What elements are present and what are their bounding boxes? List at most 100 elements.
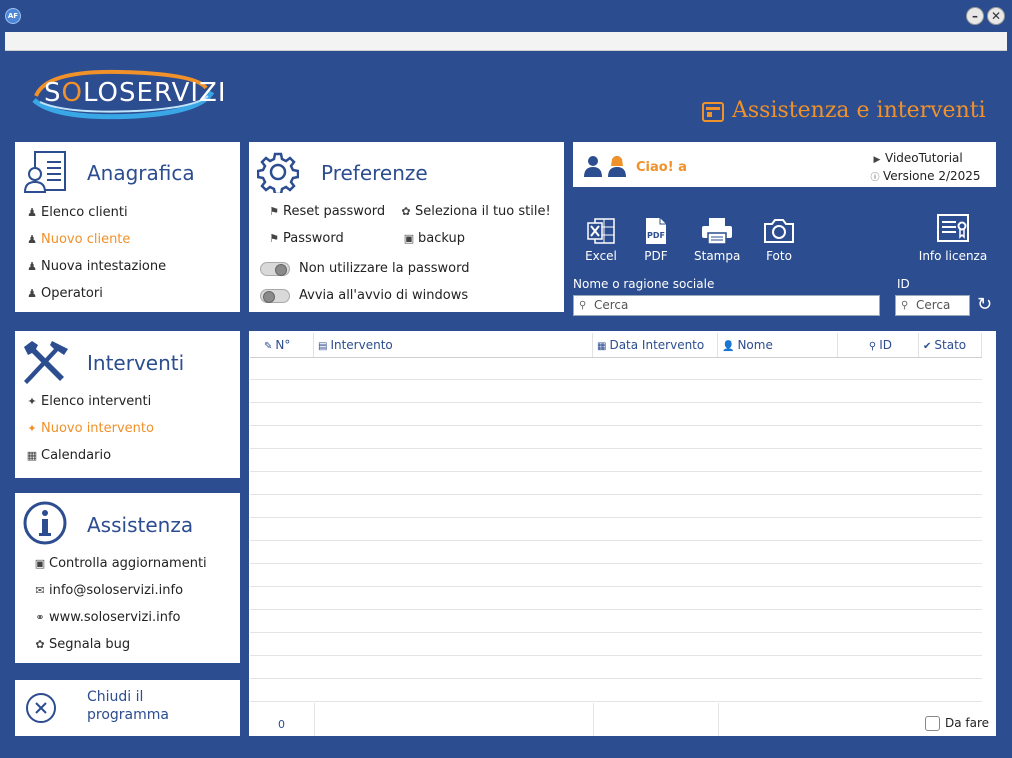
menu-nuovo-intervento[interactable]: ✦ Nuovo intervento xyxy=(25,421,154,436)
close-window-button[interactable]: ✕ xyxy=(987,7,1005,25)
autostart-toggle[interactable] xyxy=(260,289,290,303)
backup-link[interactable]: ▣ backup xyxy=(402,231,465,246)
lock-icon: ⚑ xyxy=(269,232,279,245)
menu-nuovo-cliente[interactable]: ♟ Nuovo cliente xyxy=(25,232,130,247)
pdf-button[interactable]: PDF PDF xyxy=(638,217,674,263)
table-row xyxy=(250,586,982,587)
video-tutorial-link[interactable]: ▶ VideoTutorial xyxy=(871,151,963,165)
table-row xyxy=(250,540,982,541)
da-fare-checkbox[interactable] xyxy=(925,716,940,731)
info-licenza-button[interactable]: Info licenza xyxy=(918,213,988,263)
assistenza-title: Assistenza xyxy=(87,513,194,537)
footer-divider xyxy=(718,703,719,736)
license-icon xyxy=(937,214,969,242)
title-bar xyxy=(0,0,1012,32)
chiudi-programma-button[interactable]: Chiudi il programma xyxy=(15,680,240,736)
foto-button[interactable]: Foto xyxy=(760,217,798,263)
reset-password-link[interactable]: ⚑ Reset password xyxy=(267,204,385,219)
table-row xyxy=(250,471,982,472)
refresh-icon[interactable]: ↻ xyxy=(977,294,992,315)
password-link[interactable]: ⚑ Password xyxy=(267,231,344,246)
window-icon xyxy=(702,102,724,122)
bug-icon: ✿ xyxy=(35,638,45,651)
autostart-label: Avvia all'avvio di windows xyxy=(299,288,469,303)
row-count: 0 xyxy=(278,718,285,731)
no-password-toggle[interactable] xyxy=(260,262,290,276)
table-row xyxy=(250,655,982,656)
column-header-stato[interactable]: ✔ Stato xyxy=(919,333,982,357)
stampa-button[interactable]: Stampa xyxy=(694,217,740,263)
menu-elenco-interventi[interactable]: ✦ Elenco interventi xyxy=(25,394,151,409)
minimize-button[interactable]: – xyxy=(966,7,984,25)
chiudi-line2: programma xyxy=(87,707,169,723)
controlla-aggiornamenti-link[interactable]: ▣ Controlla aggiornamenti xyxy=(33,556,207,571)
excel-icon xyxy=(587,218,615,244)
chiudi-line1: Chiudi il xyxy=(87,689,144,705)
email-link[interactable]: ✉ info@soloservizi.info xyxy=(33,583,183,598)
wrench-icon: ✦ xyxy=(27,395,37,408)
footer-divider xyxy=(593,703,594,736)
column-header-id[interactable]: ⚲ ID xyxy=(838,333,919,357)
table-row xyxy=(250,448,982,449)
preferenze-panel: Preferenze ⚑ Reset password ⚑ Password ✿ Se… xyxy=(249,142,564,312)
website-link[interactable]: ⚭ www.soloservizi.info xyxy=(33,610,180,625)
table-row xyxy=(250,425,982,426)
interventi-title: Interventi xyxy=(87,351,185,375)
table-row xyxy=(250,701,982,702)
person-icon: ♟ xyxy=(27,287,37,300)
menu-elenco-clienti[interactable]: ♟ Elenco clienti xyxy=(25,205,128,220)
mail-icon: ✉ xyxy=(35,584,45,597)
person-icon: ♟ xyxy=(27,233,37,246)
person-icon: ♟ xyxy=(27,260,37,273)
menu-nuova-intestazione[interactable]: ♟ Nuova intestazione xyxy=(25,259,166,274)
column-header-intervento[interactable]: ▤ Intervento xyxy=(314,333,593,357)
search-icon: ⚲ xyxy=(579,300,587,311)
menu-calendario[interactable]: ▦ Calendario xyxy=(25,448,111,463)
interventi-panel: Interventi ✦ Elenco interventi ✦ Nuovo int… xyxy=(15,331,240,478)
column-header-numero[interactable]: ✎ N° xyxy=(260,333,314,357)
close-circle-icon xyxy=(26,693,56,723)
greeting-panel: Ciao! a ▶ VideoTutorial ⓘ Versione 2/2025 xyxy=(573,142,996,187)
info-small-icon: ⓘ xyxy=(870,173,880,183)
anagrafica-title: Anagrafica xyxy=(87,161,195,185)
lock-icon: ⚑ xyxy=(269,205,279,218)
column-header-nome[interactable]: 👤 Nome xyxy=(718,333,838,357)
footer-divider xyxy=(314,703,315,736)
logo-text: SOLOSERVIZI xyxy=(44,78,227,108)
page-title: Assistenza e interventi xyxy=(732,98,986,123)
id-search-label: ID xyxy=(897,277,910,291)
no-password-label: Non utilizzare la password xyxy=(299,261,470,276)
preferenze-title: Preferenze xyxy=(321,161,428,185)
table-row xyxy=(250,563,982,564)
info-icon xyxy=(23,501,67,545)
person-icon: ♟ xyxy=(27,206,37,219)
printer-icon xyxy=(702,218,732,245)
table-row xyxy=(250,379,982,380)
palette-icon: ✿ xyxy=(401,205,411,218)
svg-text:PDF: PDF xyxy=(647,231,665,240)
id-search-input[interactable]: ⚲ Cerca xyxy=(895,295,970,316)
version-label: ⓘ Versione 2/2025 xyxy=(870,169,981,183)
calendar-icon: ▦ xyxy=(26,449,38,462)
name-search-label: Nome o ragione sociale xyxy=(573,277,715,291)
table-row xyxy=(250,632,982,633)
camera-icon xyxy=(764,219,794,243)
anagrafica-panel: Anagrafica ♟ Elenco clienti ♟ Nuovo client… xyxy=(15,142,240,312)
video-icon: ▶ xyxy=(873,155,881,165)
table-row xyxy=(250,678,982,679)
name-search-input[interactable]: ⚲ Cerca xyxy=(573,295,880,316)
segnala-bug-link[interactable]: ✿ Segnala bug xyxy=(33,637,130,652)
link-icon: ⚭ xyxy=(35,611,45,624)
excel-button[interactable]: Excel xyxy=(583,217,619,263)
column-header-data[interactable]: ▦ Data Intervento xyxy=(593,333,718,357)
users-icon xyxy=(584,156,626,177)
table-header-border xyxy=(250,357,982,358)
menu-operatori[interactable]: ♟ Operatori xyxy=(25,286,103,301)
download-icon: ▣ xyxy=(34,557,46,570)
seleziona-stile-link[interactable]: ✿ Seleziona il tuo stile! xyxy=(399,204,550,219)
search-icon: ⚲ xyxy=(901,300,909,311)
table-row xyxy=(250,609,982,610)
da-fare-label: Da fare xyxy=(945,716,990,730)
tools-icon xyxy=(24,341,68,384)
wrench-icon: ✦ xyxy=(27,422,37,435)
